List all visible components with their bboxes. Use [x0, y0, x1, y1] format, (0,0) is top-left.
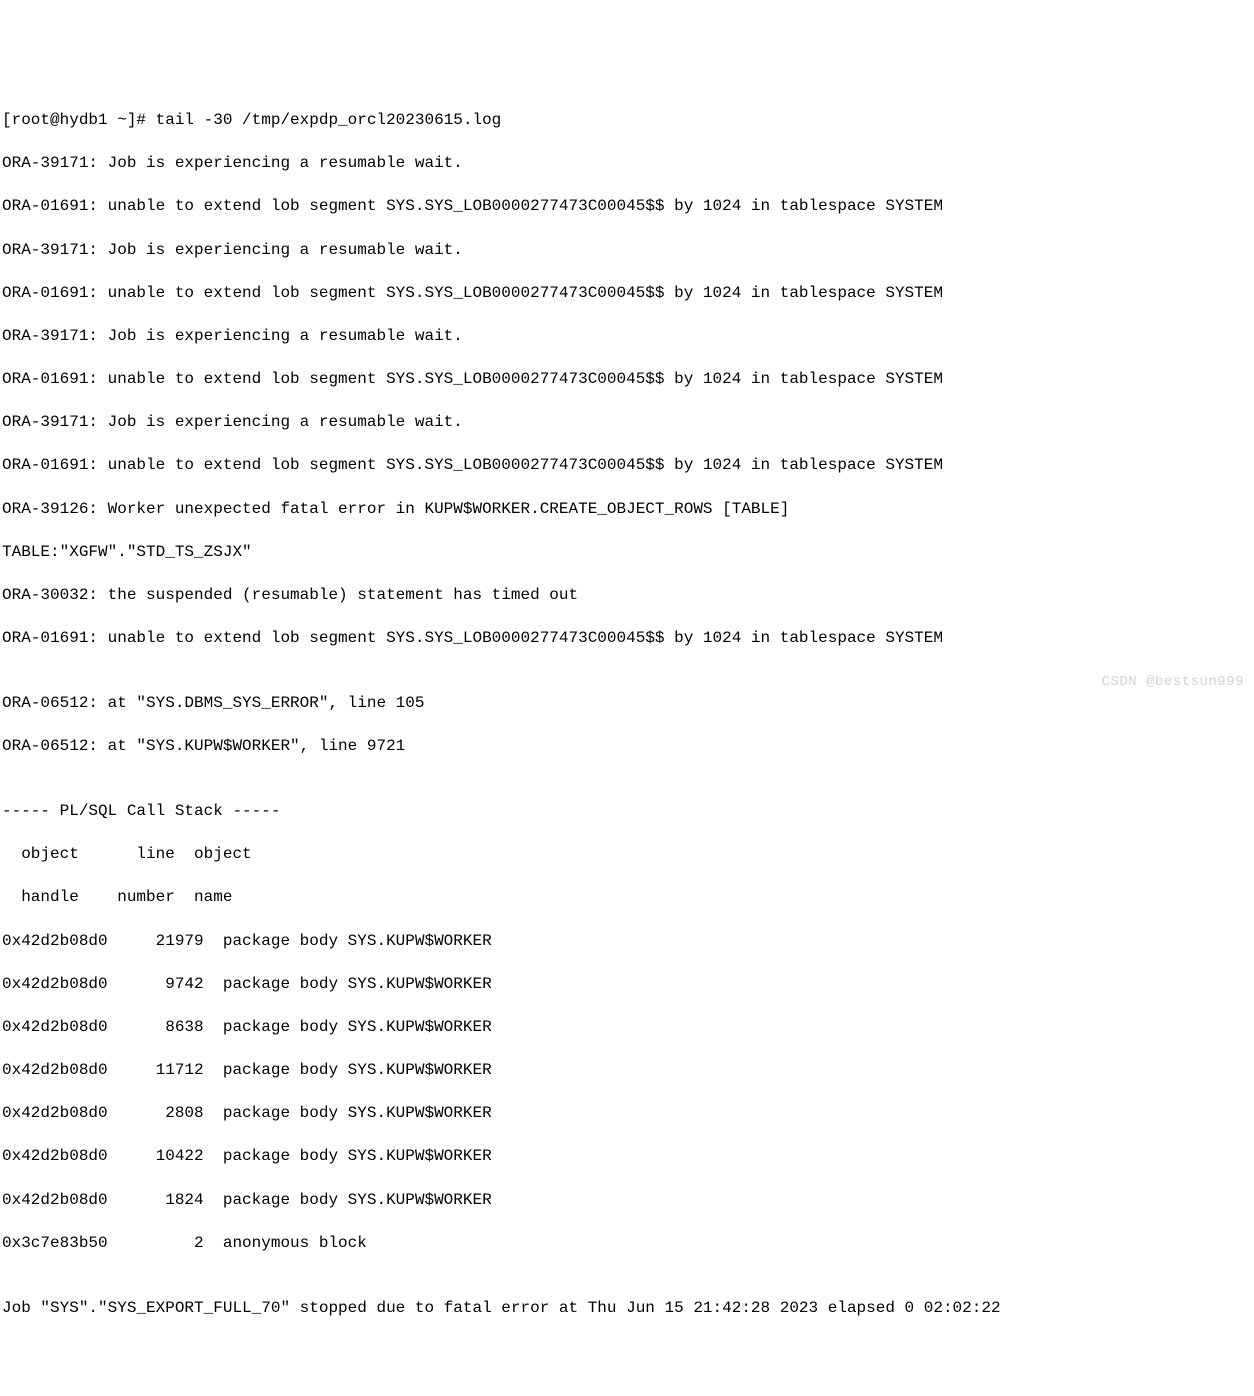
terminal-line: TABLE:"XGFW"."STD_TS_ZSJX"	[2, 542, 1254, 564]
terminal-line: 0x3c7e83b50 2 anonymous block	[2, 1233, 1254, 1255]
terminal-line: ORA-39171: Job is experiencing a resumab…	[2, 412, 1254, 434]
terminal-line: 0x42d2b08d0 1824 package body SYS.KUPW$W…	[2, 1190, 1254, 1212]
terminal-line: ORA-01691: unable to extend lob segment …	[2, 283, 1254, 305]
terminal-line: 0x42d2b08d0 2808 package body SYS.KUPW$W…	[2, 1103, 1254, 1125]
terminal-line: handle number name	[2, 887, 1254, 909]
terminal-line: ----- PL/SQL Call Stack -----	[2, 801, 1254, 823]
terminal-line: ORA-06512: at "SYS.DBMS_SYS_ERROR", line…	[2, 693, 1254, 715]
terminal-line: Job "SYS"."SYS_EXPORT_FULL_70" stopped d…	[2, 1298, 1254, 1320]
terminal-line: ORA-01691: unable to extend lob segment …	[2, 628, 1254, 650]
terminal-output: [root@hydb1 ~]# tail -30 /tmp/expdp_orcl…	[0, 86, 1254, 1340]
terminal-line: 0x42d2b08d0 8638 package body SYS.KUPW$W…	[2, 1017, 1254, 1039]
terminal-line: ORA-01691: unable to extend lob segment …	[2, 455, 1254, 477]
terminal-line: ORA-06512: at "SYS.KUPW$WORKER", line 97…	[2, 736, 1254, 758]
terminal-line: ORA-39171: Job is experiencing a resumab…	[2, 153, 1254, 175]
terminal-line: ORA-01691: unable to extend lob segment …	[2, 196, 1254, 218]
terminal-line: ORA-01691: unable to extend lob segment …	[2, 369, 1254, 391]
terminal-line: [root@hydb1 ~]# tail -30 /tmp/expdp_orcl…	[2, 110, 1254, 132]
terminal-line: object line object	[2, 844, 1254, 866]
terminal-line: 0x42d2b08d0 21979 package body SYS.KUPW$…	[2, 931, 1254, 953]
terminal-line: ORA-39171: Job is experiencing a resumab…	[2, 240, 1254, 262]
terminal-line: 0x42d2b08d0 10422 package body SYS.KUPW$…	[2, 1146, 1254, 1168]
terminal-line: ORA-39126: Worker unexpected fatal error…	[2, 499, 1254, 521]
terminal-line: ORA-39171: Job is experiencing a resumab…	[2, 326, 1254, 348]
watermark-text: CSDN @bestsun999	[1102, 673, 1244, 692]
terminal-line: 0x42d2b08d0 11712 package body SYS.KUPW$…	[2, 1060, 1254, 1082]
terminal-line: 0x42d2b08d0 9742 package body SYS.KUPW$W…	[2, 974, 1254, 996]
terminal-line: ORA-30032: the suspended (resumable) sta…	[2, 585, 1254, 607]
